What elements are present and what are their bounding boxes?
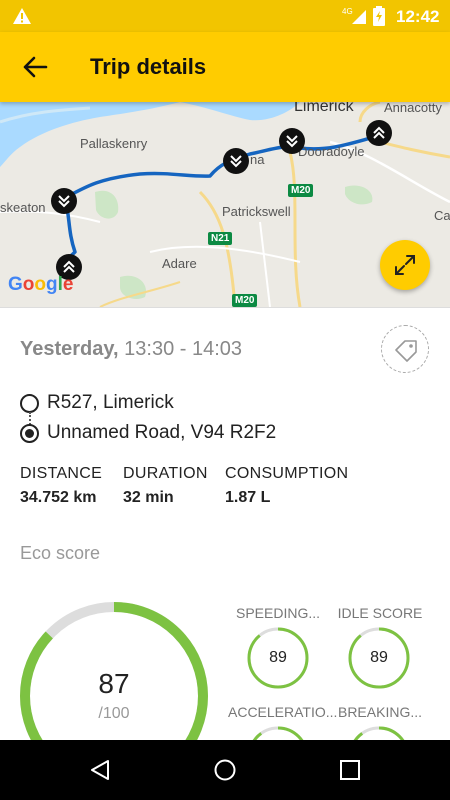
chevron-up-double-icon <box>373 126 385 139</box>
start-location: R527, Limerick <box>20 392 174 414</box>
end-location-text: Unnamed Road, V94 R2F2 <box>47 422 277 443</box>
app-toolbar: Trip details <box>0 32 450 102</box>
trip-date: Yesterday, 13:30 - 14:03 <box>20 338 242 361</box>
route-marker[interactable] <box>223 148 249 174</box>
chevron-down-double-icon <box>230 155 242 168</box>
distance-stat: DISTANCE 34.752 km <box>20 465 102 507</box>
trip-day: Yesterday, <box>20 338 119 360</box>
road-shield-n21: N21 <box>208 232 233 245</box>
expand-map-button[interactable] <box>380 240 430 290</box>
nav-back-icon[interactable] <box>88 758 112 782</box>
signal-icon: 4G <box>342 7 366 24</box>
duration-label: DURATION <box>123 465 208 482</box>
chevron-down-double-icon <box>58 195 70 208</box>
warning-icon <box>13 8 31 24</box>
consumption-stat: CONSUMPTION 1.87 L <box>225 465 348 507</box>
eco-score-title: Eco score <box>20 543 101 563</box>
map-label-pallaskenry: Pallaskenry <box>80 136 148 151</box>
nav-recents-icon[interactable] <box>338 758 362 782</box>
eco-score-max: /100 <box>98 705 130 722</box>
idle-score-value: 89 <box>370 649 388 666</box>
map-label-adare: Adare <box>162 256 197 271</box>
consumption-value: 1.87 L <box>225 489 271 506</box>
back-arrow-icon[interactable] <box>20 53 50 81</box>
clock: 12:42 <box>396 7 440 26</box>
road-shield-m20: M20 <box>288 184 314 197</box>
distance-value: 34.752 km <box>20 489 97 506</box>
expand-icon <box>395 255 415 275</box>
end-location: Unnamed Road, V94 R2F2 <box>20 422 276 444</box>
chevron-up-double-icon <box>63 260 75 273</box>
acceleration-label: ACCELERATIO... <box>228 704 338 720</box>
map-label-patrickswell: Patrickswell <box>222 204 291 219</box>
route-marker[interactable] <box>51 188 77 214</box>
nav-home-icon[interactable] <box>213 758 237 782</box>
chevron-down-double-icon <box>286 135 298 148</box>
eco-score-value: 87 <box>98 668 130 699</box>
duration-value: 32 min <box>123 489 174 506</box>
tag-button[interactable] <box>381 325 429 373</box>
start-location-text: R527, Limerick <box>47 392 174 413</box>
route-marker[interactable] <box>279 128 305 154</box>
divider <box>0 307 450 308</box>
distance-label: DISTANCE <box>20 465 103 482</box>
duration-stat: DURATION 32 min <box>123 465 208 507</box>
end-dot-icon <box>20 423 39 443</box>
route-marker-start[interactable] <box>366 120 392 146</box>
status-bar: 4G 12:42 <box>0 0 450 32</box>
start-dot-icon <box>20 393 39 413</box>
svg-text:4G: 4G <box>342 7 353 16</box>
trip-map[interactable]: Limerick Annacotty Pallaskenry Dooradoyl… <box>0 102 450 307</box>
idle-score-label: IDLE SCORE <box>337 605 423 621</box>
trip-time-range: 13:30 - 14:03 <box>118 338 243 360</box>
map-label-limerick: Limerick <box>294 102 354 115</box>
page-title: Trip details <box>90 54 207 79</box>
map-label-na: na <box>250 152 265 167</box>
map-label-dooradoyle: Dooradoyle <box>298 144 365 159</box>
road-shield-m20-south: M20 <box>232 294 258 307</box>
tag-icon <box>395 340 417 362</box>
consumption-label: CONSUMPTION <box>225 465 349 482</box>
speeding-value: 89 <box>269 649 287 666</box>
map-label-askeaton: skeaton <box>0 200 46 215</box>
google-logo: Google <box>8 274 74 295</box>
breaking-label: BREAKING... <box>337 704 423 720</box>
speeding-label: SPEEDING... <box>235 605 321 621</box>
map-label-annacotty: Annacotty <box>384 102 442 115</box>
system-nav-bar <box>0 740 450 800</box>
battery-icon <box>373 6 385 26</box>
map-label-ca: Ca <box>434 208 450 223</box>
